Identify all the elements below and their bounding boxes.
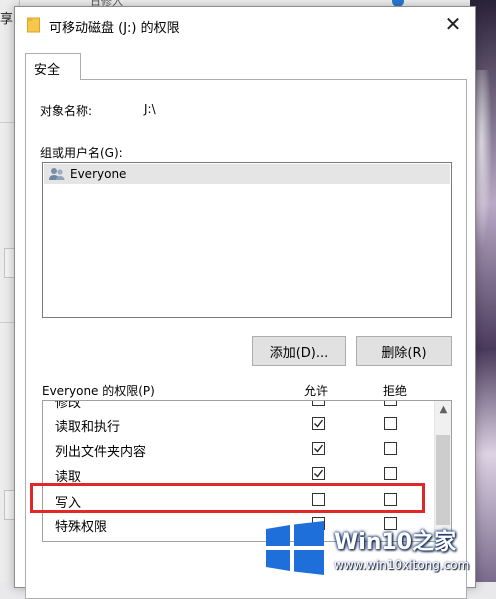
table-row: 列出文件夹内容	[43, 436, 435, 462]
permissions-label: Everyone 的权限(P)	[42, 384, 155, 398]
group-name: Everyone	[70, 167, 127, 181]
allow-checkbox[interactable]	[312, 401, 325, 406]
permission-name: 特殊权限	[55, 520, 108, 535]
deny-checkbox[interactable]	[384, 417, 397, 430]
scroll-thumb[interactable]	[436, 435, 450, 525]
checkmark-icon	[314, 444, 324, 453]
add-button[interactable]: 添加(D)...	[252, 336, 346, 366]
close-icon: ✕	[444, 12, 462, 36]
allow-checkbox[interactable]	[312, 467, 325, 480]
deny-checkbox[interactable]	[384, 467, 397, 480]
deny-checkbox[interactable]	[384, 401, 397, 406]
checkmark-icon	[314, 469, 324, 478]
watermark: Win10之家 www.win10xitong.com	[256, 514, 496, 582]
deny-column-header: 拒绝	[383, 384, 408, 398]
allow-checkbox[interactable]	[312, 442, 325, 455]
allow-checkbox[interactable]	[312, 417, 325, 430]
group-user-list[interactable]: Everyone	[42, 162, 452, 318]
deny-checkbox[interactable]	[384, 442, 397, 455]
background-left-text: 享	[0, 12, 14, 27]
group-list-label: 组或用户名(G):	[40, 146, 123, 160]
permission-name: 读取和执行	[55, 420, 121, 435]
permission-name: 列出文件夹内容	[55, 445, 147, 460]
allow-column-header: 允许	[304, 384, 329, 398]
scroll-up-arrow-icon[interactable]: ▲	[435, 401, 451, 418]
permission-name: 修改	[55, 400, 82, 411]
checkmark-icon	[314, 419, 324, 428]
permissions-header: Everyone 的权限(P) 允许 拒绝	[42, 382, 452, 400]
highlight-annotation	[30, 483, 425, 513]
tab-security[interactable]: 安全	[25, 53, 81, 80]
object-name-label: 对象名称:	[40, 104, 93, 118]
dialog-title: 可移动磁盘 (J:) 的权限	[49, 21, 180, 36]
users-icon	[49, 168, 65, 180]
title-bar[interactable]: 可移动磁盘 (J:) 的权限 ✕	[15, 7, 475, 41]
tab-strip: 安全	[25, 53, 465, 80]
remove-button[interactable]: 删除(R)	[356, 336, 452, 366]
close-button[interactable]: ✕	[431, 7, 475, 41]
watermark-title: Win10之家	[334, 530, 457, 555]
windows-logo-icon	[266, 521, 324, 575]
watermark-url: www.win10xitong.com	[334, 558, 470, 572]
watermark-text: Win10之家 www.win10xitong.com	[334, 524, 469, 572]
list-item[interactable]: Everyone	[44, 164, 450, 184]
object-name-value: J:\	[144, 102, 156, 116]
table-row: 读取和执行	[43, 411, 435, 437]
folder-icon	[27, 17, 40, 33]
